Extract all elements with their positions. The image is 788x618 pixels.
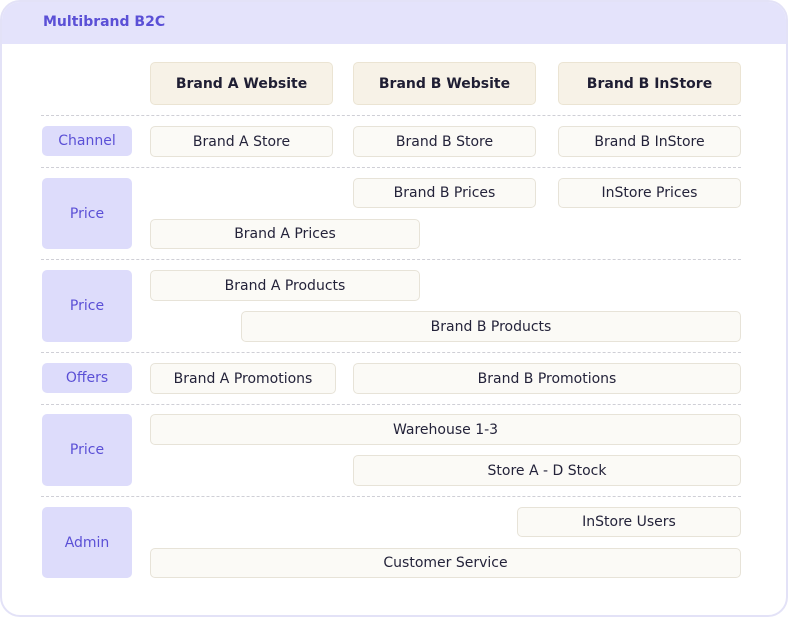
row-divider	[41, 259, 741, 260]
row-divider	[41, 496, 741, 497]
row-divider	[41, 352, 741, 353]
node-customer-service: Customer Service	[150, 548, 741, 578]
diagram-title: Multibrand B2C	[43, 14, 166, 30]
column-header-brand-b-instore: Brand B InStore	[558, 62, 741, 105]
node-warehouse-1-3: Warehouse 1-3	[150, 414, 741, 445]
node-brand-b-instore: Brand B InStore	[558, 126, 741, 157]
row-label-price: Price	[42, 414, 132, 486]
row-label-price: Price	[42, 270, 132, 342]
node-brand-b-prices: Brand B Prices	[353, 178, 536, 208]
row-label-offers: Offers	[42, 363, 132, 393]
node-brand-a-products: Brand A Products	[150, 270, 420, 301]
row-label-channel: Channel	[42, 126, 132, 156]
node-brand-a-promotions: Brand A Promotions	[150, 363, 336, 394]
node-brand-b-promotions: Brand B Promotions	[353, 363, 741, 394]
row-label-price: Price	[42, 178, 132, 249]
row-divider	[41, 115, 741, 116]
column-header-brand-b-website: Brand B Website	[353, 62, 536, 105]
node-brand-b-products: Brand B Products	[241, 311, 741, 342]
row-label-admin: Admin	[42, 507, 132, 578]
title-bar: Multibrand B2C	[2, 2, 786, 44]
node-brand-a-store: Brand A Store	[150, 126, 333, 157]
row-divider	[41, 404, 741, 405]
column-header-brand-a-website: Brand A Website	[150, 62, 333, 105]
node-brand-b-store: Brand B Store	[353, 126, 536, 157]
node-store-a-d-stock: Store A - D Stock	[353, 455, 741, 486]
node-brand-a-prices: Brand A Prices	[150, 219, 420, 249]
node-instore-prices: InStore Prices	[558, 178, 741, 208]
row-divider	[41, 167, 741, 168]
node-instore-users: InStore Users	[517, 507, 741, 537]
